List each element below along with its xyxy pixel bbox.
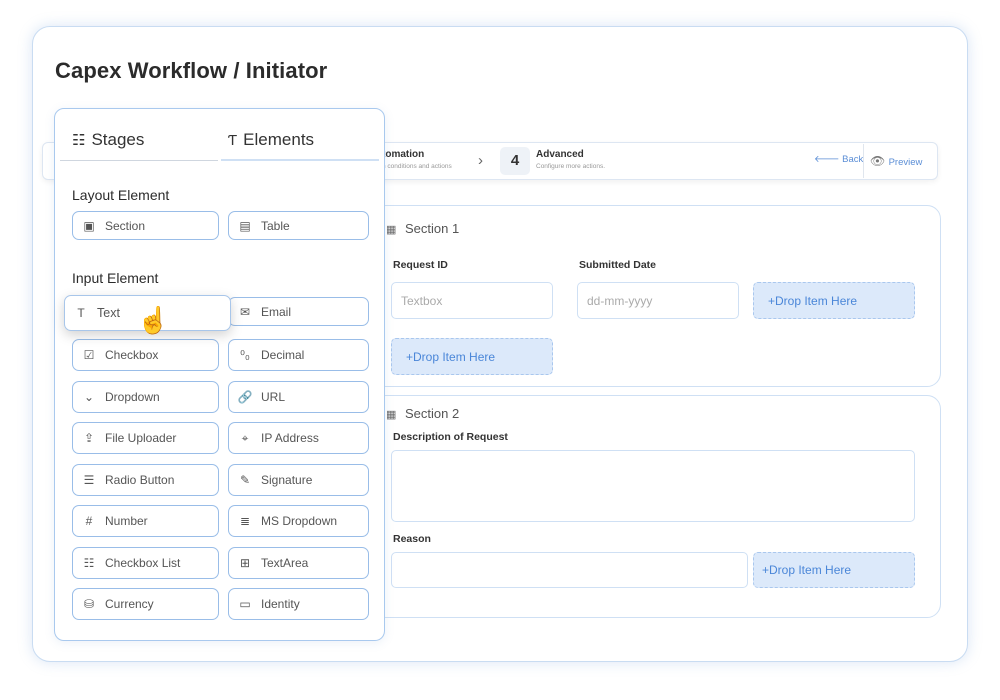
- element-label: Section: [105, 218, 146, 233]
- signature-icon: ✎: [239, 473, 251, 487]
- page-title: Capex Workflow / Initiator: [55, 58, 328, 83]
- layout-element-heading: Layout Element: [72, 187, 170, 203]
- element-label: File Uploader: [105, 431, 177, 445]
- tab-divider: [60, 160, 218, 161]
- decimal-icon: ⁰₀: [240, 348, 250, 362]
- description-textarea[interactable]: [391, 450, 915, 522]
- element-radio-button[interactable]: ☰ Radio Button: [72, 464, 219, 496]
- request-id-label: Request ID: [393, 259, 448, 271]
- request-id-input[interactable]: Textbox: [391, 282, 553, 319]
- hand-pointer-icon: ☝: [137, 305, 170, 335]
- file-upload-icon: ⇪: [83, 431, 95, 445]
- identity-card-icon: ▭: [239, 597, 251, 611]
- eye-icon: 👁: [870, 154, 889, 168]
- element-identity[interactable]: ▭ Identity: [228, 588, 369, 620]
- step-subtitle: n conditions and actions: [382, 163, 452, 170]
- element-textarea[interactable]: ⊞ TextArea: [228, 547, 369, 579]
- multi-select-icon: ≣: [239, 514, 251, 528]
- element-number[interactable]: # Number: [72, 505, 219, 537]
- element-label: Decimal: [261, 348, 305, 362]
- submitted-date-label: Submitted Date: [579, 259, 657, 271]
- table-icon: ▤: [239, 218, 251, 233]
- submitted-date-input[interactable]: dd-mm-yyyy: [577, 282, 739, 319]
- drop-zone[interactable]: +Drop Item Here: [753, 552, 915, 588]
- description-label: Description of Request: [393, 431, 508, 443]
- section-icon: ▣: [83, 218, 95, 233]
- preview-label: Preview: [888, 157, 923, 168]
- element-label: Text: [97, 306, 120, 320]
- section-title: Section 1: [405, 221, 460, 236]
- element-label: Dropdown: [105, 390, 160, 404]
- element-ip-address[interactable]: ⌖ IP Address: [228, 422, 369, 454]
- stages-icon: ☷: [72, 132, 86, 149]
- element-signature[interactable]: ✎ Signature: [228, 464, 369, 496]
- drop-zone[interactable]: +Drop Item Here: [391, 338, 553, 375]
- element-decimal[interactable]: ⁰₀ Decimal: [228, 339, 369, 371]
- step-subtitle: Configure more actions.: [536, 163, 606, 170]
- step-number: 4: [500, 147, 530, 175]
- checkbox-list-icon: ☷: [83, 556, 95, 570]
- step-title: tomation: [382, 149, 425, 160]
- element-checkbox-list[interactable]: ☷ Checkbox List: [72, 547, 219, 579]
- element-label: IP Address: [261, 431, 319, 445]
- element-label: Currency: [105, 597, 154, 611]
- reason-label: Reason: [393, 533, 431, 545]
- section-icon: ▦: [386, 224, 397, 236]
- element-label: Table: [261, 218, 290, 233]
- element-label: MS Dropdown: [261, 514, 338, 528]
- element-label: Signature: [261, 473, 313, 487]
- element-label: Identity: [261, 597, 300, 611]
- element-currency[interactable]: ⛁ Currency: [72, 588, 219, 620]
- checkbox-icon: ☑: [83, 348, 95, 362]
- back-button[interactable]: 🡐 Back: [814, 154, 863, 165]
- location-pin-icon: ⌖: [241, 430, 249, 445]
- divider: [863, 144, 864, 178]
- step-automation[interactable]: tomation n conditions and actions: [382, 149, 452, 170]
- element-email[interactable]: ✉ Email: [228, 297, 369, 326]
- step-advanced[interactable]: Advanced Configure more actions.: [536, 149, 605, 170]
- element-table[interactable]: ▤ Table: [228, 211, 369, 240]
- arrow-left-icon: 🡐: [814, 154, 843, 165]
- currency-icon: ⛁: [83, 597, 95, 611]
- element-url[interactable]: 🔗 URL: [228, 381, 369, 413]
- element-section[interactable]: ▣ Section: [72, 211, 219, 240]
- tab-elements[interactable]: Ƭ Elements: [228, 130, 314, 150]
- section-icon: ▦: [386, 409, 397, 421]
- tab-stages[interactable]: ☷ Stages: [72, 130, 144, 150]
- element-label: Number: [105, 514, 148, 528]
- number-icon: #: [85, 514, 93, 528]
- section-title: Section 2: [405, 406, 460, 421]
- element-ms-dropdown[interactable]: ≣ MS Dropdown: [228, 505, 369, 537]
- drop-zone[interactable]: +Drop Item Here: [753, 282, 915, 319]
- element-label: Radio Button: [105, 473, 175, 487]
- textarea-icon: ⊞: [239, 556, 251, 570]
- elements-icon: Ƭ: [228, 131, 238, 149]
- reason-input[interactable]: [391, 552, 748, 588]
- back-label: Back: [842, 154, 864, 165]
- element-label: Email: [261, 304, 292, 319]
- element-label: TextArea: [261, 556, 309, 570]
- input-element-heading: Input Element: [72, 270, 159, 286]
- radio-list-icon: ☰: [83, 473, 95, 487]
- element-label: URL: [261, 390, 286, 404]
- email-icon: ✉: [239, 304, 251, 319]
- chevron-right-icon: ›: [478, 152, 483, 169]
- element-checkbox[interactable]: ☑ Checkbox: [72, 339, 219, 371]
- tab-label: Stages: [91, 130, 145, 149]
- text-icon: T: [77, 306, 85, 320]
- preview-button[interactable]: 👁 Preview: [870, 154, 922, 168]
- tab-active-indicator: [221, 159, 379, 161]
- dropdown-icon: ⌄: [83, 390, 95, 404]
- element-dropdown[interactable]: ⌄ Dropdown: [72, 381, 219, 413]
- element-label: Checkbox List: [105, 556, 181, 570]
- element-file-uploader[interactable]: ⇪ File Uploader: [72, 422, 219, 454]
- element-label: Checkbox: [105, 348, 159, 362]
- step-title: Advanced: [536, 149, 584, 160]
- tab-label: Elements: [243, 130, 315, 149]
- link-icon: 🔗: [237, 390, 253, 404]
